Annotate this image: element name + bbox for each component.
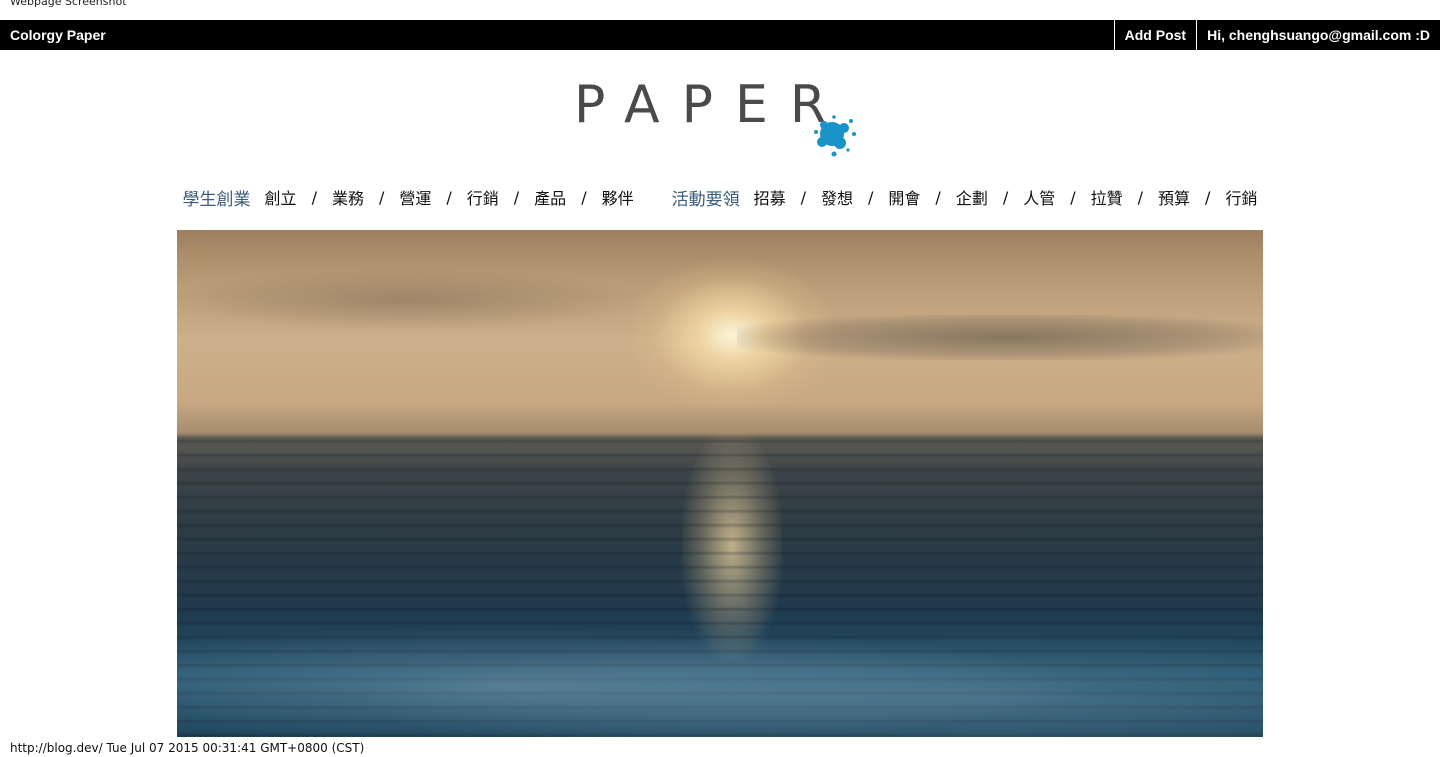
nav-separator: / <box>1205 187 1211 207</box>
nav-item[interactable]: 預算 <box>1158 185 1190 209</box>
nav-item[interactable]: 拉贊 <box>1091 185 1123 209</box>
brand-link[interactable]: Colorgy Paper <box>0 20 116 50</box>
nav-group: 學生創業 創立 / 業務 / 營運 / 行銷 / 產品 / 夥伴 <box>183 185 634 210</box>
nav-category[interactable]: 活動要領 <box>672 185 740 210</box>
nav-separator: / <box>1137 187 1144 207</box>
nav-separator: / <box>800 187 806 207</box>
hero-cloud-band <box>737 315 1263 360</box>
nav-separator: / <box>868 187 874 207</box>
hero-cloud-left <box>177 270 637 330</box>
hero-foam <box>177 610 1263 737</box>
add-post-link[interactable]: Add Post <box>1113 20 1196 50</box>
nav-group: 活動要領 招募 / 發想 / 開會 / 企劃 / 人管 / 拉贊 / 預算 / 行銷 <box>672 185 1258 210</box>
nav-item[interactable]: 開會 <box>888 185 920 209</box>
hero-image <box>177 230 1263 737</box>
nav-category[interactable]: 學生創業 <box>183 185 251 210</box>
nav-item[interactable]: 招募 <box>754 185 786 209</box>
logo-text: PAPER <box>574 75 848 135</box>
nav-separator: / <box>378 187 385 207</box>
nav-separator: / <box>935 187 941 207</box>
nav-separator: / <box>581 187 587 207</box>
nav-item[interactable]: 產品 <box>534 185 566 209</box>
nav-item[interactable]: 行銷 <box>1225 185 1257 209</box>
category-nav: 學生創業 創立 / 業務 / 營運 / 行銷 / 產品 / 夥伴 活動要領 招募 / 發想 / 開會 / 企劃 / 人管 /… <box>0 182 1440 212</box>
nav-item[interactable]: 發想 <box>821 185 853 209</box>
site-logo[interactable]: PAPER <box>572 60 872 160</box>
nav-separator: / <box>1002 187 1009 207</box>
logo-area: PAPER <box>0 60 1440 170</box>
nav-item[interactable]: 夥伴 <box>602 185 634 209</box>
nav-item[interactable]: 人管 <box>1023 185 1055 209</box>
screenshot-label: Webpage Screenshot <box>10 0 127 8</box>
nav-separator: / <box>513 187 520 207</box>
nav-item[interactable]: 企劃 <box>956 185 988 209</box>
user-greeting-link[interactable]: Hi, chenghsuango@gmail.com :D <box>1196 20 1440 50</box>
nav-separator: / <box>1070 187 1076 207</box>
nav-separator: / <box>311 187 317 207</box>
navbar-spacer <box>116 20 1114 50</box>
nav-item[interactable]: 業務 <box>332 185 364 209</box>
nav-item[interactable]: 行銷 <box>467 185 499 209</box>
status-line: http://blog.dev/ Tue Jul 07 2015 00:31:4… <box>10 741 365 755</box>
nav-item[interactable]: 創立 <box>265 185 297 209</box>
ink-splash-icon <box>814 115 856 157</box>
nav-item[interactable]: 營運 <box>399 185 431 209</box>
nav-separator: / <box>446 187 452 207</box>
top-navbar: Colorgy Paper Add Post Hi, chenghsuango@… <box>0 20 1440 50</box>
